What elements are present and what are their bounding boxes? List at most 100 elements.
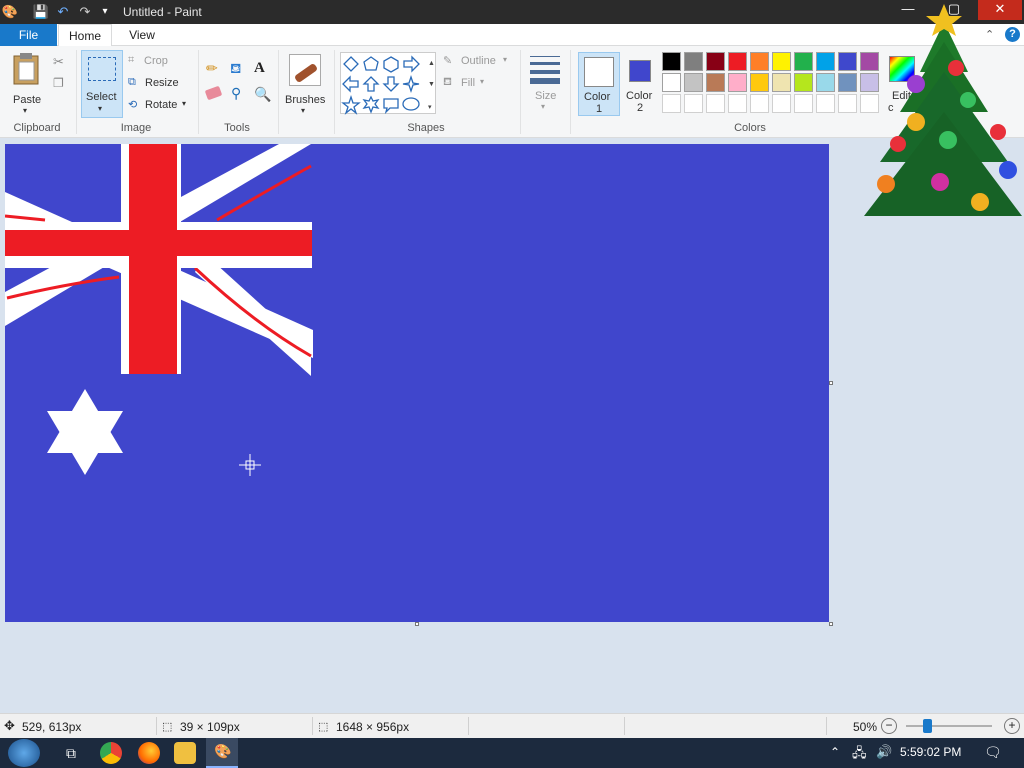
tab-file[interactable]: File bbox=[0, 24, 57, 46]
svg-text:▼: ▼ bbox=[428, 81, 435, 88]
rotate-icon: ⟲ bbox=[128, 99, 138, 111]
brush-icon bbox=[289, 54, 321, 86]
canvas-resize-handle-bottom[interactable] bbox=[415, 622, 419, 626]
eraser-icon[interactable] bbox=[204, 85, 223, 101]
network-icon[interactable]: 🖧 bbox=[852, 744, 867, 766]
color2-button[interactable]: Color 2 bbox=[624, 52, 658, 116]
cursor-position: 529, 613px bbox=[22, 720, 82, 734]
volume-icon[interactable]: 🔊 bbox=[876, 744, 892, 760]
palette-swatch[interactable] bbox=[750, 73, 769, 92]
outline-icon: ✎ bbox=[443, 55, 453, 67]
paint-app-icon[interactable]: 🎨 bbox=[1, 3, 19, 21]
image-group-label: Image bbox=[120, 122, 152, 134]
copy-icon[interactable]: ❐ bbox=[53, 76, 64, 90]
save-icon[interactable]: 💾 bbox=[32, 3, 50, 21]
text-tool-icon[interactable]: A bbox=[254, 60, 265, 77]
zoom-in-button[interactable]: + bbox=[1004, 718, 1020, 734]
palette-swatch[interactable] bbox=[706, 73, 725, 92]
palette-swatch[interactable] bbox=[706, 52, 725, 71]
paste-button[interactable]: Paste ▾ bbox=[6, 50, 46, 115]
paint-taskbar-button[interactable]: 🎨 bbox=[206, 738, 238, 768]
zoom-out-button[interactable]: − bbox=[881, 718, 897, 734]
palette-swatch[interactable] bbox=[794, 73, 813, 92]
tab-home[interactable]: Home bbox=[58, 24, 112, 47]
undo-icon[interactable]: ↶ bbox=[54, 3, 72, 21]
palette-swatch[interactable] bbox=[838, 73, 857, 92]
palette-swatch[interactable] bbox=[772, 94, 791, 113]
cut-icon[interactable]: ✂ bbox=[53, 54, 64, 70]
canvas-resize-handle-corner[interactable] bbox=[829, 622, 833, 626]
task-view-icon[interactable]: ⧉ bbox=[60, 742, 82, 764]
palette-swatch[interactable] bbox=[794, 94, 813, 113]
fill-bucket-icon[interactable]: ⛾ bbox=[230, 60, 241, 79]
image-size: 1648 × 956px bbox=[336, 720, 410, 734]
drawing-canvas[interactable] bbox=[5, 144, 829, 622]
file-explorer-icon[interactable] bbox=[174, 742, 196, 764]
color1-button[interactable]: Color 1 bbox=[578, 52, 620, 116]
show-hidden-icons-icon[interactable]: ⌃ bbox=[830, 745, 840, 759]
clipboard-icon bbox=[13, 53, 39, 85]
palette-swatch[interactable] bbox=[684, 52, 703, 71]
palette-swatch[interactable] bbox=[838, 94, 857, 113]
selection-size-icon: ⬚ bbox=[162, 721, 173, 733]
shapes-group-label: Shapes bbox=[407, 122, 445, 134]
zoom-level: 50% bbox=[853, 720, 878, 734]
clipboard-group-label: Clipboard bbox=[13, 122, 61, 134]
palette-swatch[interactable] bbox=[728, 52, 747, 71]
color-palette bbox=[662, 52, 882, 116]
size-button[interactable]: Size ▾ bbox=[526, 52, 564, 116]
palette-swatch[interactable] bbox=[816, 94, 835, 113]
window-title: Untitled - Paint bbox=[123, 5, 202, 19]
fill-icon: ⛾ bbox=[443, 76, 452, 88]
color-picker-icon[interactable]: ⚲ bbox=[231, 85, 241, 102]
palette-swatch[interactable] bbox=[662, 73, 681, 92]
taskbar: ⧉ 🎨 ⌃ 🖧 🔊 5:59:02 PM 🗨 bbox=[0, 738, 1024, 768]
select-button[interactable]: Select ▾ bbox=[81, 50, 123, 118]
canvas-resize-handle-right[interactable] bbox=[829, 381, 833, 385]
tab-view[interactable]: View bbox=[116, 24, 168, 46]
pencil-icon[interactable]: ✏ bbox=[206, 60, 218, 77]
start-button[interactable] bbox=[8, 739, 40, 767]
flag-diagonal-white-3 bbox=[195, 254, 311, 376]
palette-swatch[interactable] bbox=[838, 52, 857, 71]
notifications-icon[interactable]: 🗨 bbox=[984, 744, 1002, 761]
flag-cross-horizontal-red bbox=[5, 230, 312, 256]
magnifier-icon[interactable]: 🔍 bbox=[254, 86, 271, 103]
palette-swatch[interactable] bbox=[684, 73, 703, 92]
color2-swatch bbox=[629, 60, 651, 82]
image-size-icon: ⬚ bbox=[318, 721, 329, 733]
zoom-slider-thumb[interactable] bbox=[923, 719, 932, 733]
status-bar: ✥ 529, 613px ⬚ 39 × 109px ⬚ 1648 × 956px… bbox=[0, 713, 1024, 738]
palette-swatch[interactable] bbox=[772, 52, 791, 71]
shapes-gallery[interactable]: ▲ ▼ ▾ bbox=[340, 52, 436, 115]
taskbar-clock[interactable]: 5:59:02 PM bbox=[900, 745, 961, 759]
palette-swatch[interactable] bbox=[750, 52, 769, 71]
customize-quick-access-icon[interactable]: ▾ bbox=[96, 3, 114, 21]
palette-swatch[interactable] bbox=[728, 94, 747, 113]
palette-swatch[interactable] bbox=[816, 52, 835, 71]
palette-swatch[interactable] bbox=[662, 94, 681, 113]
chrome-icon[interactable] bbox=[100, 742, 122, 764]
color1-swatch bbox=[584, 57, 614, 87]
tools-group-label: Tools bbox=[224, 122, 250, 134]
colors-group-label: Colors bbox=[734, 122, 766, 134]
svg-text:▾: ▾ bbox=[428, 104, 432, 111]
palette-swatch[interactable] bbox=[794, 52, 813, 71]
firefox-icon[interactable] bbox=[138, 742, 160, 764]
palette-swatch[interactable] bbox=[728, 73, 747, 92]
palette-swatch[interactable] bbox=[662, 52, 681, 71]
palette-swatch[interactable] bbox=[750, 94, 769, 113]
select-icon bbox=[88, 57, 116, 81]
selection-size: 39 × 109px bbox=[180, 720, 240, 734]
flag-drawing bbox=[5, 144, 313, 476]
palette-swatch[interactable] bbox=[706, 94, 725, 113]
zoom-slider[interactable] bbox=[906, 725, 992, 727]
crosshair-cursor bbox=[239, 454, 261, 476]
palette-swatch[interactable] bbox=[772, 73, 791, 92]
redo-icon[interactable]: ↷ bbox=[76, 3, 94, 21]
crop-icon: ⌗ bbox=[128, 54, 135, 66]
brushes-button[interactable]: Brushes ▾ bbox=[283, 50, 329, 118]
palette-swatch[interactable] bbox=[816, 73, 835, 92]
resize-icon: ⧉ bbox=[128, 76, 136, 88]
palette-swatch[interactable] bbox=[684, 94, 703, 113]
